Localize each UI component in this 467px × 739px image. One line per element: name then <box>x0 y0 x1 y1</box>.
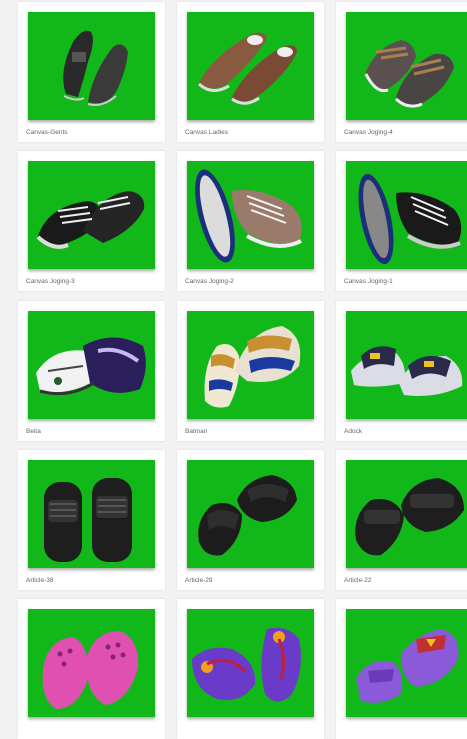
product-image-article-38[interactable] <box>28 460 155 568</box>
product-card[interactable]: Beita <box>18 301 165 441</box>
product-image-canvas-gents[interactable] <box>28 12 155 120</box>
product-card[interactable]: Canvas Joging-4 <box>336 2 467 142</box>
product-label[interactable]: Batman <box>185 428 207 435</box>
product-card[interactable]: Canvas Joging-3 <box>18 151 165 291</box>
product-image-purple-flip-flop[interactable] <box>187 609 314 717</box>
product-card[interactable]: Article-22 <box>336 450 467 590</box>
product-label[interactable]: Canvas Joging-4 <box>344 129 393 136</box>
product-image-canvas-ladies[interactable] <box>187 12 314 120</box>
product-label[interactable]: Beita <box>26 428 41 435</box>
product-image-canvas-joging-1[interactable] <box>346 161 467 269</box>
product-card[interactable]: Canvas-Gents <box>18 2 165 142</box>
product-image-canvas-joging-3[interactable] <box>28 161 155 269</box>
product-label[interactable]: Article-22 <box>344 577 371 584</box>
product-label[interactable]: Canvas Ladies <box>185 129 228 136</box>
product-card[interactable] <box>18 599 165 739</box>
product-label[interactable]: Adock <box>344 428 362 435</box>
product-image-article-29[interactable] <box>187 460 314 568</box>
product-image-batman[interactable] <box>187 311 314 419</box>
product-image-adock[interactable] <box>346 311 467 419</box>
product-card[interactable]: Canvas Joging-1 <box>336 151 467 291</box>
product-card[interactable] <box>336 599 467 739</box>
product-label[interactable]: Canvas Joging-3 <box>26 278 75 285</box>
product-image-purple-slide[interactable] <box>346 609 467 717</box>
product-image-pink-clog[interactable] <box>28 609 155 717</box>
product-card[interactable] <box>177 599 324 739</box>
product-label[interactable]: Canvas Joging-2 <box>185 278 234 285</box>
product-card[interactable]: Article-38 <box>18 450 165 590</box>
product-image-article-22[interactable] <box>346 460 467 568</box>
product-label[interactable]: Canvas Joging-1 <box>344 278 393 285</box>
product-image-beita[interactable] <box>28 311 155 419</box>
product-card[interactable]: Batman <box>177 301 324 441</box>
product-card[interactable]: Canvas Ladies <box>177 2 324 142</box>
product-image-canvas-joging-2[interactable] <box>187 161 314 269</box>
product-card[interactable]: Canvas Joging-2 <box>177 151 324 291</box>
product-card[interactable]: Article-29 <box>177 450 324 590</box>
product-label[interactable]: Article-29 <box>185 577 212 584</box>
product-image-canvas-joging-4[interactable] <box>346 12 467 120</box>
product-card[interactable]: Adock <box>336 301 467 441</box>
product-label[interactable]: Canvas-Gents <box>26 129 68 136</box>
product-label[interactable]: Article-38 <box>26 577 53 584</box>
